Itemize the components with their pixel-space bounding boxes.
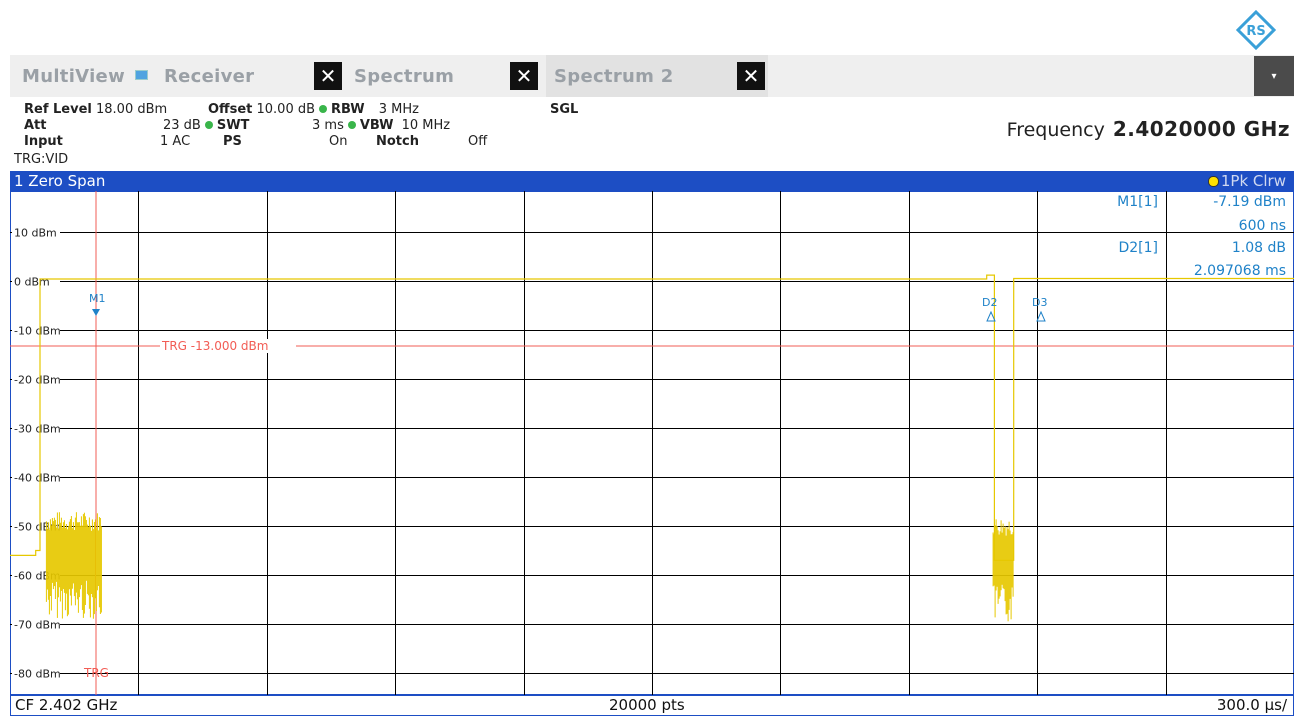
marker-m1-label: M1: [89, 292, 106, 305]
marker-d2-time: 2.097068 ms: [1193, 263, 1286, 279]
close-receiver-tab-icon[interactable]: ✕: [314, 62, 342, 90]
offset-label: Offset: [208, 102, 253, 117]
ref-level-value: 18.00 dBm: [96, 102, 168, 117]
trigger-position-label: TRG: [83, 666, 109, 680]
frequency-value: 2.4020000 GHz: [1112, 117, 1290, 141]
notch-label: Notch: [376, 134, 419, 149]
y-tick-label: -70 dBm: [14, 619, 61, 632]
tab-spectrum-2[interactable]: Spectrum 2: [546, 55, 768, 97]
trace-info: 1Pk Clrw: [1207, 172, 1286, 190]
swt-status-dot: [204, 121, 213, 129]
tab-menu-dropdown-button[interactable]: ▾: [1254, 56, 1294, 96]
vbw-label: VBW: [359, 118, 394, 133]
frequency-label: Frequency: [1006, 119, 1105, 141]
rbw-value: 3 MHz: [378, 102, 419, 117]
marker-d2-label: D2: [982, 296, 997, 309]
trigger-level-label: TRG -13.000 dBm: [161, 339, 268, 353]
single-sweep-indicator: SGL: [550, 102, 579, 117]
y-tick-label: -10 dBm: [14, 325, 61, 338]
y-tick-label: -40 dBm: [14, 472, 61, 485]
marker-m1-name: M1[1]: [1117, 194, 1158, 210]
marker-d2-level: 1.08 dB: [1231, 240, 1286, 256]
marker-d2-name: D2[1]: [1118, 240, 1158, 256]
swt-label: SWT: [216, 118, 250, 133]
notch-value: Off: [468, 134, 488, 149]
tab-receiver[interactable]: Receiver: [156, 55, 254, 97]
tab-spectrum[interactable]: Spectrum: [346, 55, 454, 97]
marker-m1-level: -7.19 dBm: [1213, 194, 1286, 210]
att-value: 23 dB: [163, 118, 201, 133]
ps-value: On: [329, 134, 348, 149]
y-tick-label: -20 dBm: [14, 374, 61, 387]
ps-label: PS: [223, 134, 242, 149]
diagram-footer: CF 2.402 GHz 20000 pts 300.0 µs/: [10, 695, 1294, 716]
diagram-title: 1 Zero Span: [14, 172, 106, 190]
trigger-source: TRG:VID: [14, 152, 69, 167]
input-value: 1 AC: [160, 134, 191, 149]
vbw-status-dot: [347, 121, 356, 129]
tab-multiview[interactable]: MultiView: [14, 55, 125, 97]
svg-text:RS: RS: [1246, 24, 1265, 39]
swt-value: 3 ms: [312, 118, 344, 133]
ref-level-label: Ref Level: [24, 102, 92, 117]
rbw-label: RBW: [331, 102, 365, 117]
input-label: Input: [24, 134, 63, 149]
offset-value: 10.00 dB: [256, 102, 316, 117]
y-tick-label: -30 dBm: [14, 423, 61, 436]
vbw-value: 10 MHz: [401, 118, 451, 133]
y-tick-label: 10 dBm: [14, 227, 57, 240]
y-tick-label: 0 dBm: [14, 276, 50, 289]
trace-mode: 1Pk Clrw: [1220, 172, 1286, 190]
marker-m1-time: 600 ns: [1238, 218, 1286, 234]
sweep-points: 20000 pts: [609, 696, 685, 714]
rohde-schwarz-logo: RS: [1236, 10, 1276, 50]
trace-1-dot: [1207, 176, 1219, 187]
receiver-tab-icon: [135, 70, 148, 80]
frequency-display[interactable]: Frequency 2.4020000 GHz: [1007, 117, 1290, 141]
diagram-title-bar[interactable]: 1 Zero Span 1Pk Clrw: [10, 171, 1294, 191]
close-spectrum-2-tab-icon[interactable]: ✕: [737, 62, 765, 90]
y-tick-label: -80 dBm: [14, 668, 61, 681]
time-per-division: 300.0 µs/: [1216, 696, 1287, 714]
zero-span-plot[interactable]: 10 dBm 0 dBm -10 dBm -20 dBm -30 dBm -40 dBm -…: [10, 191, 1294, 695]
rbw-status-dot: [319, 105, 328, 113]
marker-d3-label: D3: [1032, 296, 1047, 309]
att-label: Att: [24, 118, 47, 133]
center-frequency: CF 2.402 GHz: [15, 696, 118, 714]
close-spectrum-tab-icon[interactable]: ✕: [510, 62, 538, 90]
